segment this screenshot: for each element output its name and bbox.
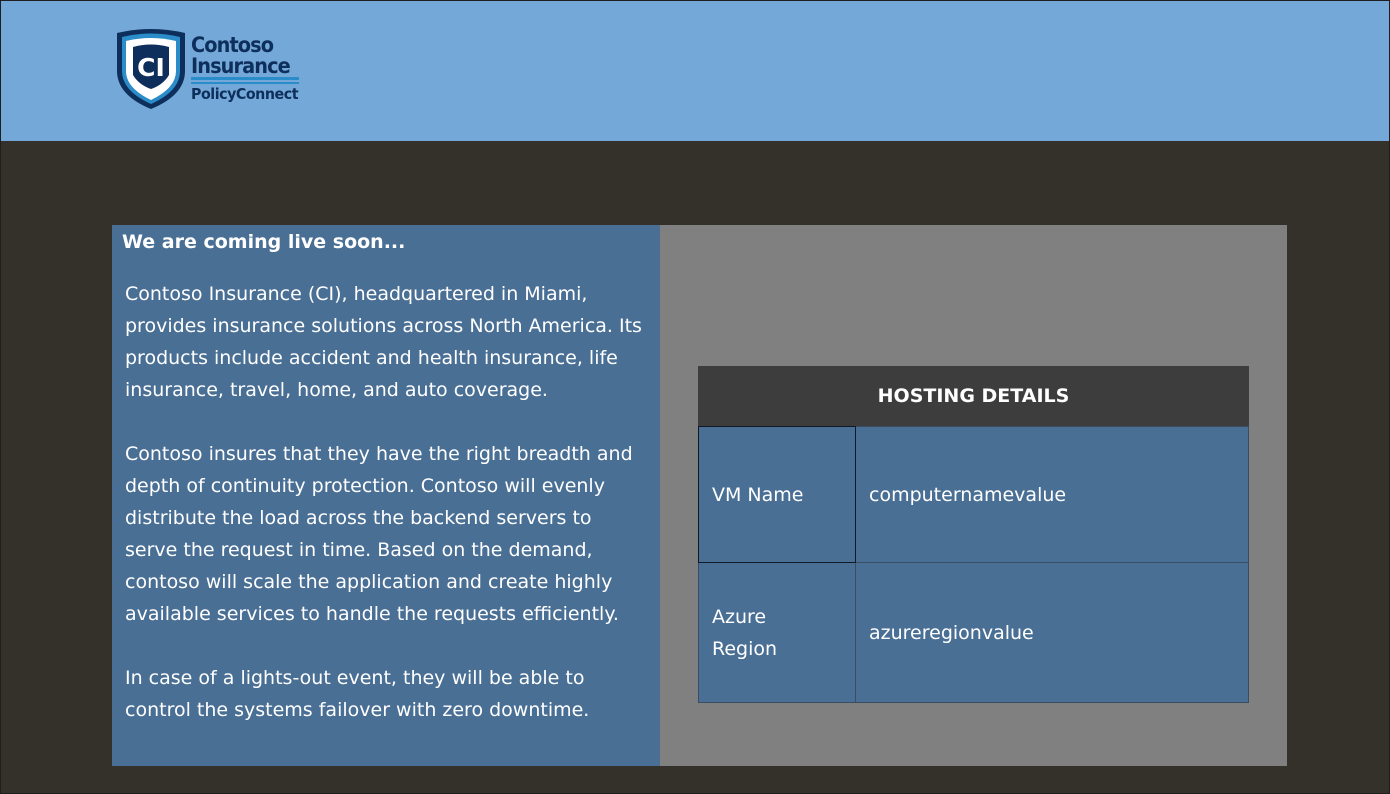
table-row: Azure Region azureregionvalue (698, 562, 1249, 703)
shield-icon: CI (117, 29, 185, 109)
intro-heading: We are coming live soon... (122, 231, 406, 253)
intro-paragraph: Contoso Insurance (CI), headquartered in… (125, 283, 642, 401)
contoso-logo[interactable]: CI Contoso Insurance PolicyConnect (113, 27, 313, 113)
azure-region-value: azureregionvalue (855, 562, 1249, 703)
azure-region-label: Azure Region (698, 562, 856, 703)
content-panel: We are coming live soon... Contoso Insur… (112, 225, 1287, 766)
intro-paragraph: In case of a lights-out event, they will… (125, 667, 590, 721)
logo-line-contoso: Contoso (191, 33, 274, 57)
hosting-details-table: VM Name computernamevalue Azure Region a… (698, 426, 1249, 703)
logo-line-insurance: Insurance (191, 54, 291, 78)
azure-region-label-text: Azure Region (712, 605, 778, 660)
vm-name-value: computernamevalue (855, 426, 1249, 563)
intro-card: We are coming live soon... Contoso Insur… (112, 225, 660, 766)
hosting-details-title: HOSTING DETAILS (698, 366, 1249, 426)
logo-rule (191, 82, 299, 84)
logo-line-policyconnect: PolicyConnect (191, 85, 299, 103)
hosting-details: HOSTING DETAILS VM Name computernamevalu… (698, 366, 1249, 703)
intro-body: Contoso Insurance (CI), headquartered in… (125, 278, 647, 758)
logo-wordmark: Contoso Insurance PolicyConnect (191, 35, 304, 103)
intro-paragraph: Contoso insures that they have the right… (125, 443, 633, 625)
logo-monogram: CI (137, 53, 165, 82)
table-row: VM Name computernamevalue (698, 426, 1249, 563)
site-header: CI Contoso Insurance PolicyConnect (1, 1, 1389, 141)
vm-name-label: VM Name (698, 426, 856, 563)
